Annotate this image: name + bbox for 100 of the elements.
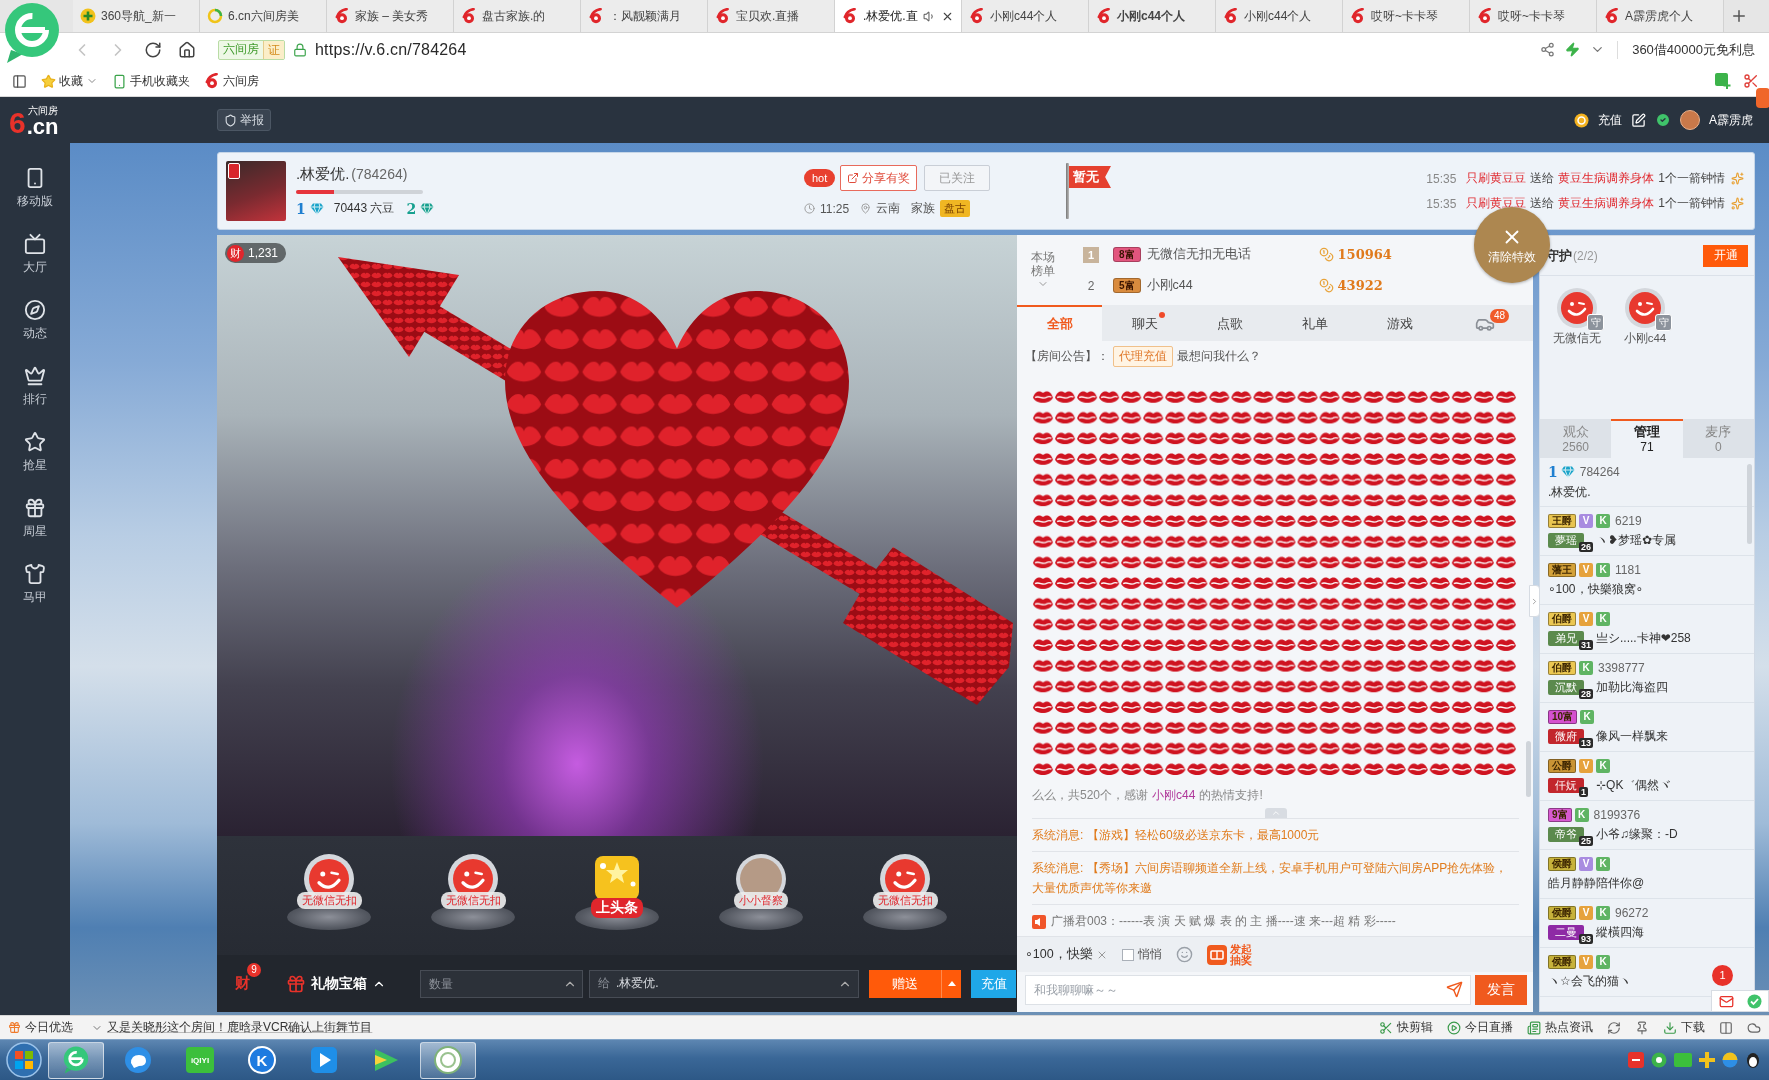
sidebar-item[interactable]: 抢星 [0, 419, 70, 485]
home-icon[interactable] [178, 40, 196, 59]
scissors-icon[interactable] [1743, 73, 1759, 89]
username[interactable]: ⊹QK゛偶然ヾ [1596, 776, 1672, 794]
username[interactable]: ヽ☆会飞的猫ヽ [1548, 972, 1631, 990]
sidebar-item[interactable]: 动态 [0, 287, 70, 353]
scrollbar-thumb[interactable] [1526, 741, 1531, 797]
guard-name[interactable]: 小刚c44 [1623, 331, 1667, 346]
username-link[interactable]: 黄豆生病调养身体 [1558, 171, 1655, 185]
report-button[interactable]: 举报 [217, 109, 271, 131]
username[interactable]: 皓月静静陪伴你@ [1548, 874, 1645, 892]
gift-shortcut[interactable]: 无微信无扣 [281, 847, 377, 944]
browser-tab[interactable]: 家族 – 美女秀 [327, 0, 454, 32]
lightning-icon[interactable] [1565, 42, 1581, 57]
status-link[interactable]: 今日优选 [8, 1019, 73, 1036]
username[interactable]: 亗シ.....卡神❤258 [1596, 629, 1691, 647]
sidebar-toggle-icon[interactable] [12, 73, 27, 89]
username-link[interactable]: 小刚c44 [1152, 788, 1196, 802]
gift-shortcut[interactable]: 小小督察 [713, 847, 809, 944]
browser-tab[interactable]: ：风靓颖满月 [581, 0, 708, 32]
username[interactable]: 像风一样飘来 [1596, 727, 1668, 745]
bookmark-item[interactable]: 收藏 [41, 72, 98, 90]
username-link[interactable]: 黄豆生病调养身体 [1558, 196, 1655, 210]
browser-tab[interactable]: 哎呀~卡卡琴 [1343, 0, 1470, 32]
gift-shortcut[interactable]: 无微信无扣 [857, 847, 953, 944]
refresh-icon[interactable] [1607, 1020, 1621, 1035]
browser-tab[interactable]: 小刚c44个人 [1216, 0, 1343, 32]
promo-link[interactable]: 360借40000元免利息 [1617, 40, 1755, 59]
edit-icon[interactable] [1631, 112, 1646, 128]
username[interactable]: 小刚c44 [1146, 277, 1319, 294]
quick-phrase-chip[interactable]: ∘100，快樂 [1025, 946, 1108, 963]
browser-tab[interactable]: 哎呀~卡卡琴 [1470, 0, 1597, 32]
pin-icon[interactable] [1635, 1020, 1649, 1035]
check-icon[interactable] [1746, 993, 1762, 1009]
share-button[interactable]: 分享有奖 [840, 165, 918, 191]
emoji-icon[interactable] [1175, 946, 1193, 963]
gift-shortcut[interactable]: 上头条 [569, 847, 665, 944]
status-link[interactable]: 今日直播 [1447, 1019, 1513, 1036]
username[interactable]: 縱橫四海 [1596, 923, 1644, 941]
browser-tab[interactable]: 盘古家族.的 [454, 0, 581, 32]
guard-name[interactable]: 无微信无 [1553, 331, 1601, 346]
browser-tab[interactable]: 360导航_新一 [73, 0, 200, 32]
username-link[interactable]: 只刷黄豆豆 [1466, 196, 1527, 210]
status-link[interactable]: 下载 [1663, 1019, 1705, 1036]
browser-tab[interactable]: 宝贝欢.直播 [708, 0, 835, 32]
send-icon[interactable] [1446, 981, 1463, 998]
panel-toggle-button[interactable] [1529, 585, 1540, 617]
username[interactable]: ヽ❥梦瑶✿专属 [1596, 531, 1677, 549]
app-tile-icon[interactable] [1674, 1053, 1692, 1067]
square-plus-icon[interactable] [1715, 73, 1733, 89]
sidebar-item[interactable]: 排行 [0, 353, 70, 419]
browser-tab[interactable]: .林爱优.直 [835, 0, 962, 32]
headline-link[interactable]: 又是关晓彤这个房间！鹿晗录VCR确认上街舞节目 [107, 1019, 373, 1036]
whisper-checkbox[interactable] [1121, 948, 1134, 961]
status-link[interactable]: 热点资讯 [1527, 1019, 1593, 1036]
username[interactable]: 小爷♫缘聚：-D [1596, 825, 1678, 843]
browser-tab[interactable]: 6.cn六间房美 [200, 0, 327, 32]
mail-icon[interactable] [1718, 993, 1734, 1009]
sidebar-item[interactable]: 周星 [0, 485, 70, 551]
username[interactable]: ∘100，快樂狼窝∘ [1548, 580, 1644, 598]
cloud-icon[interactable] [1747, 1020, 1761, 1035]
ball-icon[interactable] [1722, 1052, 1738, 1068]
recharge-link[interactable]: 充值 [1598, 111, 1622, 129]
taskbar-app-button[interactable] [48, 1041, 104, 1079]
columns-icon[interactable] [1719, 1020, 1733, 1035]
address-field[interactable]: 六间房 证 https://v.6.cn/784264 [218, 35, 1541, 64]
bookmark-item[interactable]: 手机收藏夹 [112, 72, 190, 90]
chat-input-field[interactable]: 和我聊聊嘛～～ [1025, 975, 1471, 1005]
quantity-field[interactable]: 数量 [420, 969, 583, 998]
ranking-toggle[interactable]: 本场榜单 [1025, 250, 1061, 290]
share-icon[interactable] [1540, 42, 1556, 57]
username[interactable]: 加勒比海盗四 [1596, 678, 1668, 696]
username[interactable]: 无微信无扣无电话 [1146, 246, 1319, 263]
username[interactable]: .林爱优. [1548, 483, 1591, 501]
oval-app-icon[interactable] [1745, 1052, 1761, 1068]
cross-icon[interactable] [1699, 1052, 1715, 1068]
logo-name[interactable]: .cn [26, 116, 59, 138]
browser-tab[interactable]: A霹雳虎个人 [1597, 0, 1724, 32]
recipient-select[interactable]: 给 .林爱优. [589, 969, 859, 998]
scrollbar-thumb[interactable] [1747, 464, 1752, 544]
check-icon[interactable] [1655, 112, 1671, 128]
gift-shortcut[interactable]: 无微信无扣 [425, 847, 521, 944]
username-link[interactable]: 只刷黄豆豆 [1466, 171, 1527, 185]
status-link[interactable]: 快剪辑 [1379, 1019, 1433, 1036]
user-avatar[interactable] [1680, 110, 1700, 130]
taskbar-app-button[interactable] [420, 1041, 476, 1079]
start-button[interactable] [6, 1042, 42, 1078]
app-circle-icon[interactable] [1651, 1052, 1667, 1068]
family-tag[interactable]: 盘古 [940, 200, 971, 217]
bookmark-item[interactable]: 六间房 [204, 72, 259, 90]
taskbar-app-button[interactable]: K [234, 1041, 290, 1079]
gift-box-button[interactable]: 礼物宝箱 [286, 973, 386, 994]
username[interactable]: A霹雳虎 [1709, 111, 1753, 129]
sidebar-item[interactable]: 移动版 [0, 155, 70, 221]
browser-tab[interactable]: 小刚c44个人 [1089, 0, 1216, 32]
speaker-icon[interactable] [923, 9, 936, 23]
new-tab-icon[interactable] [1730, 7, 1748, 25]
browser-tab[interactable]: 小刚c44个人 [962, 0, 1089, 32]
sidebar-item[interactable]: 大厅 [0, 221, 70, 287]
app-square-icon[interactable] [1628, 1052, 1644, 1068]
